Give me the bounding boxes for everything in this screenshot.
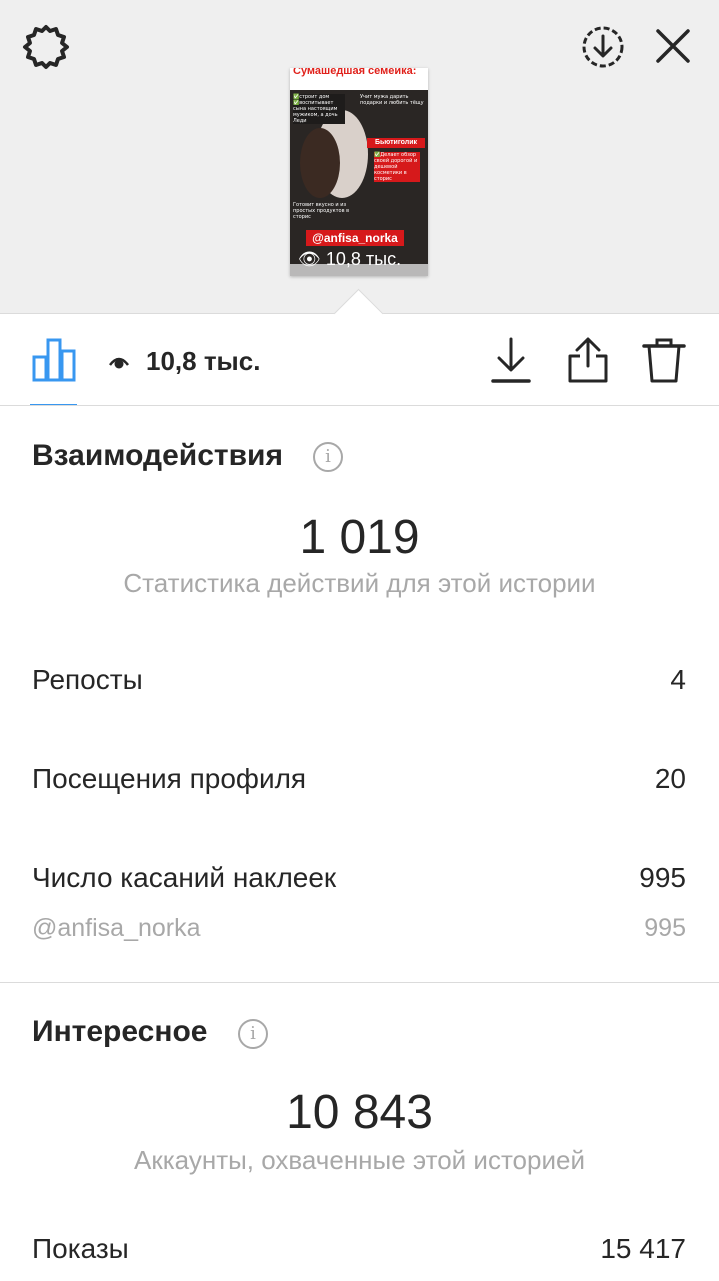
download-circle-icon[interactable]: [580, 24, 626, 70]
download-icon[interactable]: [490, 336, 532, 384]
sticker-username-label: @anfisa_norka: [32, 914, 201, 942]
sticker-taps-label: Число касаний наклеек: [32, 862, 337, 893]
thumbnail-hair-image: [300, 128, 340, 198]
thumbnail-header: Сумашедшая семейка:: [290, 68, 428, 90]
impressions-value: 15 417: [600, 1233, 686, 1264]
interactions-title: Взаимодействия: [32, 439, 283, 472]
views-count: 10,8 тыс.: [146, 346, 261, 376]
interactions-total: 1 019: [299, 511, 420, 564]
discovery-caption: Аккаунты, охваченные этой историей: [134, 1145, 585, 1175]
thumbnail-beauty-text: ✅Делает обзор своей дорогой и дешевой ко…: [374, 152, 420, 182]
reposts-label: Репосты: [32, 664, 143, 695]
story-thumbnail[interactable]: Сумашедшая семейка: ✅строит дом ✅воспиты…: [290, 68, 428, 276]
thumbnail-username-badge: @anfisa_norka: [306, 230, 404, 246]
eye-icon: [109, 357, 129, 369]
gear-icon[interactable]: [20, 22, 72, 72]
section-divider: [0, 982, 719, 983]
discovery-title: Интересное: [32, 1015, 208, 1048]
thumbnail-views: 👁 10,8 тыс.: [298, 250, 401, 268]
info-icon[interactable]: i: [238, 1019, 268, 1049]
reposts-value: 4: [670, 664, 686, 695]
share-icon[interactable]: [566, 336, 610, 384]
thumbnail-text-left: ✅строит дом ✅воспитывает сына настоящим …: [293, 94, 345, 124]
impressions-label: Показы: [32, 1233, 129, 1264]
profile-visits-value: 20: [654, 763, 686, 794]
thumbnail-beauty-badge: Бьютиголик: [367, 138, 425, 148]
close-icon[interactable]: [655, 28, 691, 64]
profile-visits-label: Посещения профиля: [32, 763, 307, 794]
info-icon[interactable]: i: [313, 442, 343, 472]
bar-chart-icon[interactable]: [31, 337, 77, 383]
sticker-taps-value: 995: [639, 862, 686, 893]
discovery-total: 10 843: [286, 1086, 433, 1139]
thumbnail-title: Сумашедшая семейка:: [293, 68, 417, 77]
thumbnail-text-bottom: Готовит вкусно и из простых продуктов в …: [293, 202, 350, 220]
interactions-caption: Статистика действий для этой истории: [123, 568, 596, 598]
toolbar-divider: [0, 405, 719, 406]
sticker-username-value: 995: [644, 914, 686, 942]
eye-icon: 👁: [298, 249, 321, 269]
thumbnail-views-count: 10,8 тыс.: [325, 249, 402, 269]
thumbnail-text-right: Учит мужа дарить подарки и любить тёщу: [360, 94, 424, 106]
trash-icon[interactable]: [642, 336, 686, 384]
